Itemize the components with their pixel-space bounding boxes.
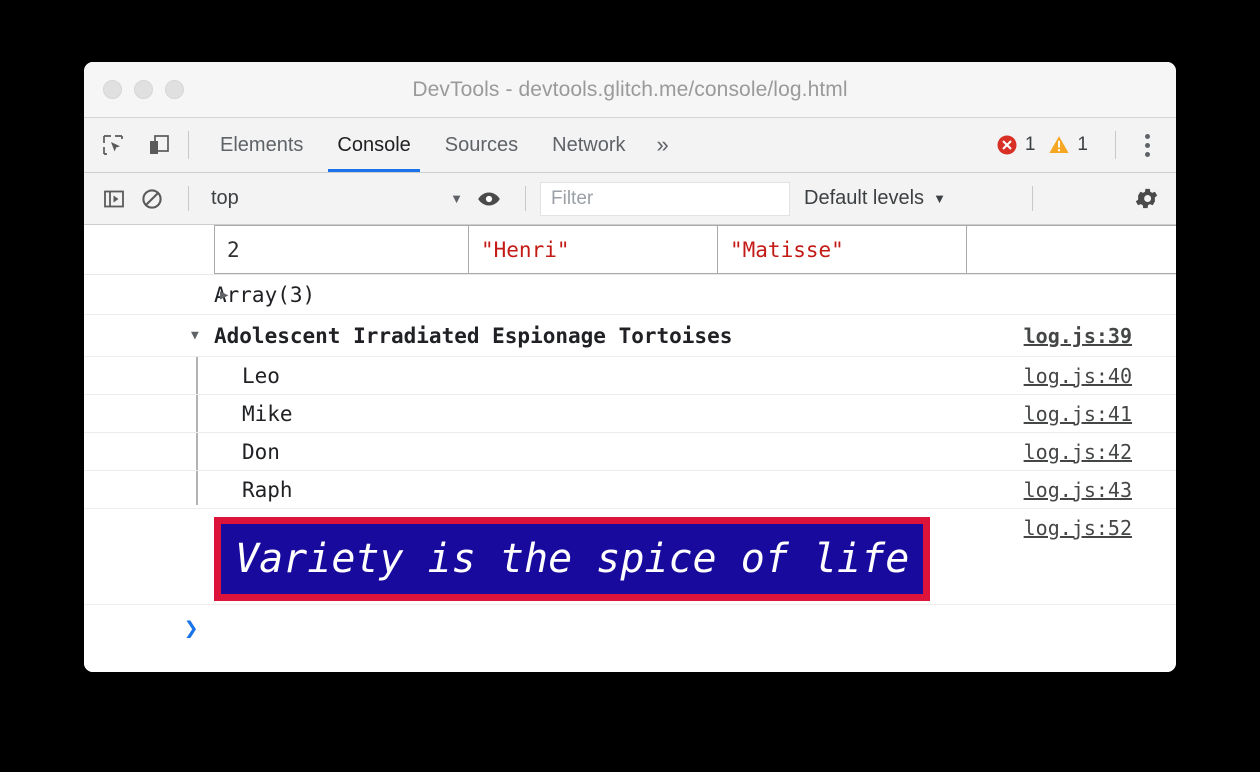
console-group-items: Leo log.js:40 Mike log.js:41 Don log.js:… [84, 357, 1176, 509]
toolbar-divider-1 [188, 186, 189, 211]
tab-overflow-icon[interactable]: » [643, 118, 683, 172]
tab-sources[interactable]: Sources [428, 118, 535, 172]
tab-elements[interactable]: Elements [203, 118, 320, 172]
source-link[interactable]: log.js:42 [1024, 440, 1132, 464]
error-badge[interactable]: 1 [996, 134, 1036, 156]
group-title: Adolescent Irradiated Espionage Tortoise… [214, 323, 733, 348]
zoom-button[interactable] [165, 80, 184, 99]
source-link[interactable]: log.js:41 [1024, 402, 1132, 426]
execution-context-select[interactable]: top ▼ [203, 187, 473, 210]
devtools-window: DevTools - devtools.glitch.me/console/lo… [84, 62, 1176, 672]
message-text: Don [242, 439, 280, 464]
toolbar-divider-2 [525, 186, 526, 211]
execution-context-value: top [211, 187, 239, 209]
console-toolbar: top ▼ Filter Default levels ▼ [84, 173, 1176, 225]
chevron-down-icon: ▼ [450, 191, 463, 206]
status-divider [1115, 131, 1116, 159]
source-link[interactable]: log.js:43 [1024, 478, 1132, 502]
console-table-message: 2 "Henri" "Matisse" [84, 225, 1176, 275]
close-button[interactable] [103, 80, 122, 99]
devtools-tabbar: Elements Console Sources Network » 1 1 [84, 118, 1176, 173]
tab-console[interactable]: Console [320, 118, 427, 172]
source-link[interactable]: log.js:39 [1024, 324, 1132, 348]
table-row: 2 "Henri" "Matisse" [214, 225, 1176, 274]
filter-input[interactable]: Filter [540, 181, 790, 216]
error-count: 1 [1024, 134, 1036, 155]
console-message: Leo log.js:40 [84, 357, 1176, 395]
source-link[interactable]: log.js:40 [1024, 364, 1132, 388]
screenshot-root: DevTools - devtools.glitch.me/console/lo… [0, 0, 1260, 772]
kebab-menu-icon[interactable] [1130, 128, 1164, 162]
panel-tabs: Elements Console Sources Network » [203, 118, 683, 172]
inspect-element-icon[interactable] [98, 130, 128, 160]
table-cell-2 [966, 225, 1176, 274]
toolbar-divider-3 [1031, 186, 1033, 211]
error-icon [997, 135, 1017, 155]
warning-badge[interactable]: 1 [1048, 134, 1088, 156]
message-text: Raph [242, 477, 293, 502]
expand-arrow-icon[interactable]: ▶ [220, 287, 228, 303]
console-prompt[interactable]: ❯ [84, 605, 1176, 651]
table-cell-1: "Matisse" [717, 225, 967, 274]
warning-count: 1 [1077, 134, 1088, 155]
console-message: Raph log.js:43 [84, 471, 1176, 509]
prompt-chevron-icon: ❯ [184, 614, 199, 642]
settings-gear-icon[interactable] [1133, 185, 1160, 212]
console-styled-message: Variety is the spice of life log.js:52 [84, 509, 1176, 605]
create-live-expression-icon[interactable] [473, 183, 505, 215]
message-text: Leo [242, 363, 280, 388]
log-levels-select[interactable]: Default levels ▼ [804, 187, 946, 210]
array-label: Array(3) [214, 282, 316, 307]
tab-network[interactable]: Network [535, 118, 642, 172]
console-messages[interactable]: 2 "Henri" "Matisse" ▶ Array(3) ▼ Adolesc… [84, 225, 1176, 672]
window-titlebar: DevTools - devtools.glitch.me/console/lo… [84, 62, 1176, 118]
console-table: 2 "Henri" "Matisse" [214, 225, 1176, 274]
tabbar-divider [188, 131, 189, 159]
console-message: Don log.js:42 [84, 433, 1176, 471]
minimize-button[interactable] [134, 80, 153, 99]
console-message: Mike log.js:41 [84, 395, 1176, 433]
show-console-sidebar-icon[interactable] [98, 183, 130, 215]
table-cell-index: 2 [214, 225, 469, 274]
styled-message-text: Variety is the spice of life [214, 517, 931, 601]
chevron-down-icon: ▼ [933, 191, 946, 206]
warning-icon [1049, 136, 1070, 153]
console-group-header[interactable]: ▼ Adolescent Irradiated Espionage Tortoi… [84, 315, 1176, 357]
message-text: Mike [242, 401, 293, 426]
window-title: DevTools - devtools.glitch.me/console/lo… [412, 77, 848, 101]
log-levels-label: Default levels [804, 187, 925, 209]
table-cell-0: "Henri" [468, 225, 718, 274]
console-array-entry[interactable]: ▶ Array(3) [84, 275, 1176, 315]
tabbar-tools [98, 118, 174, 172]
source-link[interactable]: log.js:52 [1024, 516, 1132, 540]
device-toolbar-icon[interactable] [144, 130, 174, 160]
collapse-arrow-icon[interactable]: ▼ [191, 328, 199, 343]
tabbar-status: 1 1 [996, 118, 1176, 172]
clear-console-icon[interactable] [136, 183, 168, 215]
traffic-lights [103, 80, 184, 99]
